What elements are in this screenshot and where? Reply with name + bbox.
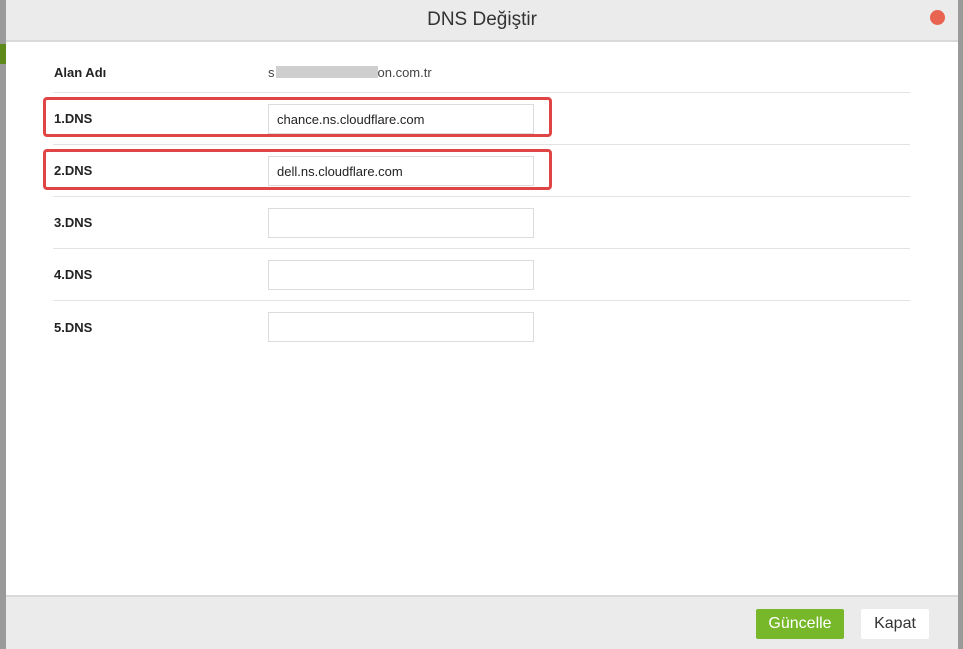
- dns3-row: 3.DNS: [53, 197, 910, 249]
- dns4-row: 4.DNS: [53, 249, 910, 301]
- dns-change-dialog: DNS Değiştir Alan Adı s on.com.tr 1.DNS …: [6, 0, 958, 649]
- domain-value: s on.com.tr: [268, 52, 432, 92]
- dialog-title: DNS Değiştir: [427, 9, 537, 30]
- dns4-label: 4.DNS: [54, 267, 93, 282]
- dialog-header: DNS Değiştir: [6, 0, 958, 42]
- domain-suffix: on.com.tr: [377, 64, 432, 80]
- dns4-input[interactable]: [268, 260, 534, 290]
- dns2-input[interactable]: [268, 156, 534, 186]
- update-button[interactable]: Güncelle: [756, 609, 844, 639]
- redacted-domain-blur: [275, 66, 378, 78]
- dns5-input[interactable]: [268, 312, 534, 342]
- dns2-row: 2.DNS: [53, 145, 910, 197]
- dns-form: Alan Adı s on.com.tr 1.DNS 2.DNS 3.DNS 4…: [53, 52, 910, 353]
- dns1-row: 1.DNS: [53, 93, 910, 145]
- close-button[interactable]: Kapat: [861, 609, 929, 639]
- background-page-right: [958, 0, 963, 649]
- dialog-footer: Güncelle Kapat: [6, 595, 958, 649]
- dns5-row: 5.DNS: [53, 301, 910, 353]
- dns5-label: 5.DNS: [54, 319, 93, 335]
- dns2-label: 2.DNS: [54, 163, 93, 178]
- dns1-input[interactable]: [268, 104, 534, 134]
- dns1-label: 1.DNS: [54, 111, 93, 126]
- domain-prefix: s: [268, 64, 275, 80]
- dns3-input[interactable]: [268, 208, 534, 238]
- domain-row: Alan Adı s on.com.tr: [53, 52, 910, 93]
- domain-label: Alan Adı: [54, 64, 107, 80]
- dns3-label: 3.DNS: [54, 215, 93, 230]
- close-icon[interactable]: [930, 10, 945, 25]
